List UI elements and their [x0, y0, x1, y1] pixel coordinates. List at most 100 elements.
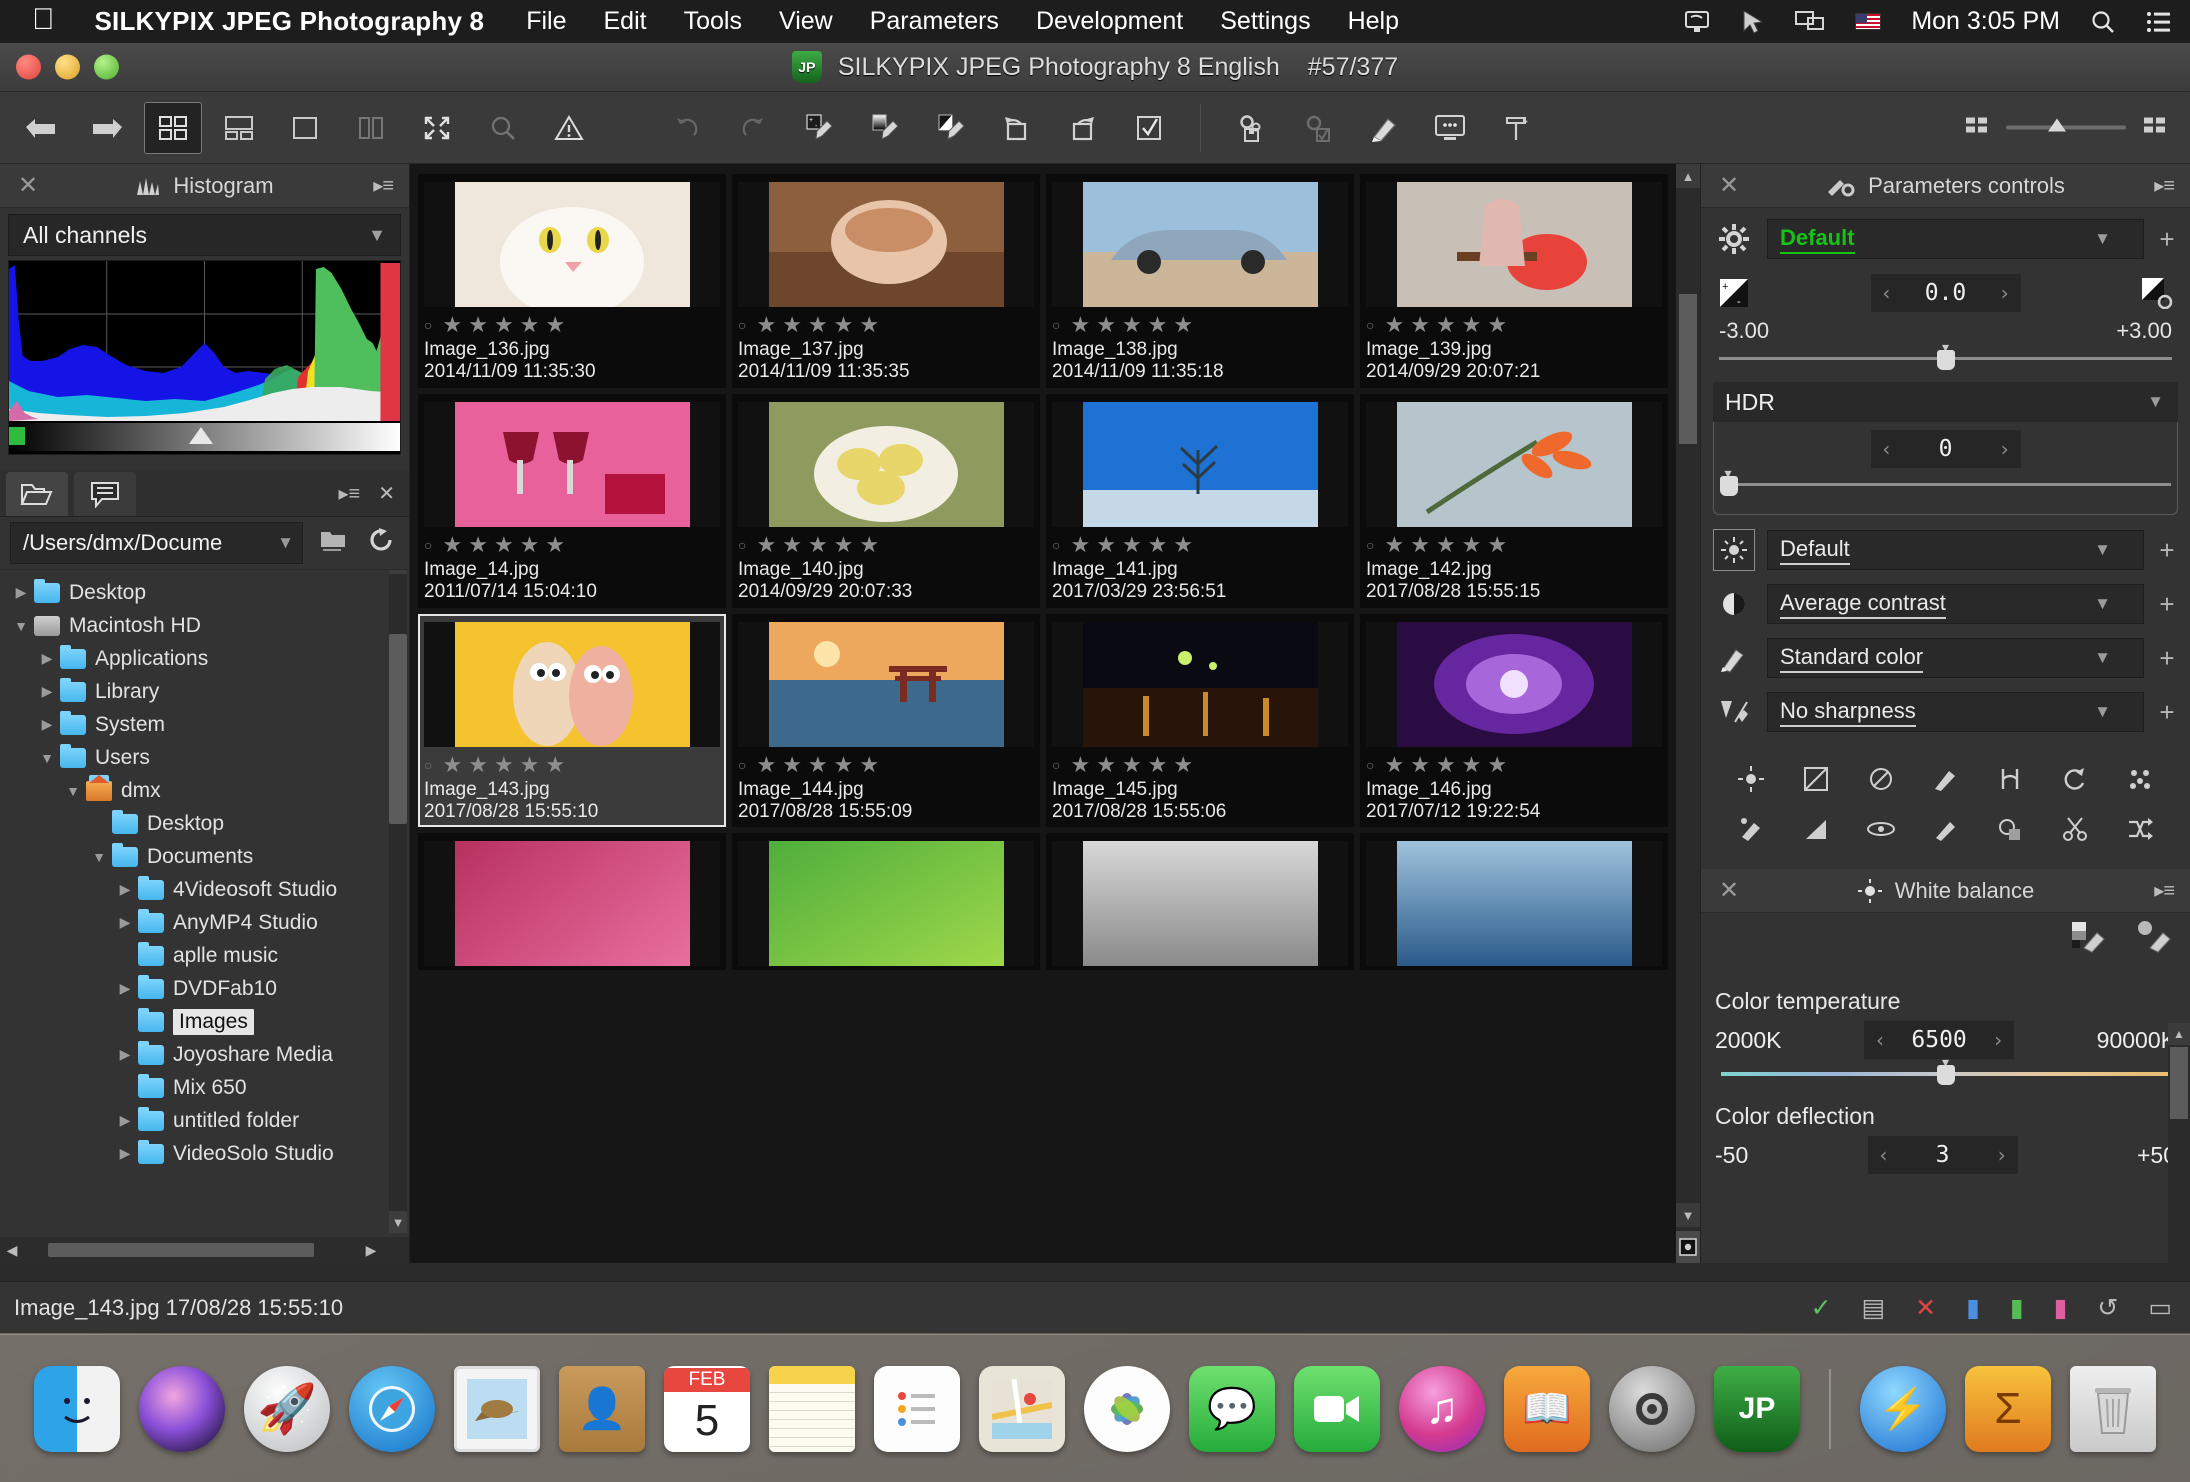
- highlight-icon[interactable]: [1786, 759, 1847, 799]
- noise-icon[interactable]: [1850, 759, 1911, 799]
- grid-vertical-scrollbar[interactable]: ▲ ▼: [1676, 164, 1700, 1263]
- star-icon[interactable]: ★: [494, 752, 514, 778]
- comment-icon[interactable]: [74, 472, 136, 516]
- warning-icon[interactable]: [540, 102, 598, 154]
- rotate-icon[interactable]: [2045, 759, 2106, 799]
- thumbnail-cell[interactable]: ○ ★ ★ ★ ★ ★ Image_141.jpg 2017/03/29 23:56:51: [1046, 393, 1354, 608]
- screenshot-icon[interactable]: [1683, 9, 1711, 35]
- stepper-decrement[interactable]: ‹: [1878, 1143, 1890, 1167]
- slider-knob[interactable]: [1936, 350, 1955, 370]
- redo-icon[interactable]: [724, 102, 782, 154]
- clarity-icon[interactable]: [2109, 759, 2170, 799]
- scroll-right-arrow[interactable]: ▶: [359, 1242, 383, 1259]
- sharpness-select[interactable]: No sharpness ▼: [1767, 692, 2144, 732]
- close-icon[interactable]: ✕: [1719, 876, 1739, 905]
- stepper-increment[interactable]: ›: [1996, 1143, 2008, 1167]
- tree-item[interactable]: ▼ Users: [0, 741, 409, 774]
- star-icon[interactable]: ★: [468, 752, 488, 778]
- star-icon[interactable]: ★: [1384, 532, 1404, 558]
- gradation-icon[interactable]: [1786, 809, 1847, 849]
- star-icon[interactable]: ★: [1487, 312, 1507, 338]
- star-icon[interactable]: ★: [859, 312, 879, 338]
- tree-item[interactable]: ▶ VideoSolo Studio: [0, 1137, 409, 1170]
- menu-clock[interactable]: Mon 3:05 PM: [1911, 7, 2060, 36]
- rating-stars[interactable]: ○ ★ ★ ★ ★ ★: [1366, 751, 1662, 779]
- grid-scroll-up-button[interactable]: ▲: [1676, 164, 1700, 188]
- stepper-increment[interactable]: ›: [1998, 437, 2010, 461]
- star-icon[interactable]: ★: [1122, 532, 1142, 558]
- dock-item-mail[interactable]: [454, 1365, 540, 1452]
- tree-item[interactable]: ▶ Joyoshare Media: [0, 1038, 409, 1071]
- thumbnail-cell[interactable]: ○ ★ ★ ★ ★ ★ Image_139.jpg 2014/09/29 20:07:21: [1360, 174, 1668, 388]
- disclosure-closed-icon[interactable]: ▶: [112, 980, 138, 997]
- slider-knob[interactable]: [2048, 118, 2066, 132]
- slider-knob[interactable]: [1720, 476, 1738, 496]
- dock-item-itunes[interactable]: ♫: [1399, 1365, 1485, 1452]
- star-icon[interactable]: ★: [782, 312, 802, 338]
- star-icon[interactable]: ★: [756, 532, 776, 558]
- tone-slider-knob[interactable]: [189, 427, 213, 444]
- star-icon[interactable]: ★: [834, 312, 854, 338]
- dock-item-reminders[interactable]: [874, 1365, 960, 1452]
- dodge-icon[interactable]: [1915, 759, 1976, 799]
- thumbnail-image[interactable]: [1052, 841, 1348, 967]
- star-icon[interactable]: ★: [1148, 752, 1168, 778]
- disclosure-closed-icon[interactable]: ▶: [112, 914, 138, 931]
- star-icon[interactable]: ★: [1122, 752, 1142, 778]
- undo-icon[interactable]: ↺: [2097, 1293, 2118, 1323]
- star-icon[interactable]: ★: [782, 752, 802, 778]
- tree-item[interactable]: ▶ Library: [0, 675, 409, 708]
- color-label-icon[interactable]: ○: [424, 317, 432, 333]
- hdr-select[interactable]: HDR ▼: [1713, 382, 2178, 422]
- exposure-brush-icon[interactable]: + -: [790, 102, 848, 154]
- scroll-left-arrow[interactable]: ◀: [0, 1242, 24, 1259]
- close-icon[interactable]: ✕: [18, 171, 38, 200]
- thumbnail-image[interactable]: [424, 621, 720, 747]
- star-icon[interactable]: ★: [468, 532, 488, 558]
- close-window-button[interactable]: [16, 54, 41, 80]
- rating-stars[interactable]: ○ ★ ★ ★ ★ ★: [738, 751, 1034, 779]
- dock-item-siri[interactable]: [139, 1365, 225, 1452]
- back-flag-icon[interactable]: [12, 102, 70, 154]
- panel-menu-icon[interactable]: ▸≡: [373, 173, 394, 198]
- rating-stars[interactable]: ○ ★ ★ ★ ★ ★: [424, 311, 720, 339]
- star-icon[interactable]: ★: [1070, 532, 1090, 558]
- menu-view[interactable]: View: [779, 7, 833, 36]
- star-icon[interactable]: ★: [1436, 752, 1456, 778]
- color-icon[interactable]: [1713, 637, 1755, 679]
- rotate-left-icon[interactable]: [988, 102, 1046, 154]
- dock-item-calendar[interactable]: FEB 5: [664, 1365, 750, 1452]
- star-icon[interactable]: ★: [520, 532, 540, 558]
- thumbnail-cell-partial[interactable]: [732, 833, 1040, 971]
- thumbnail-image[interactable]: [424, 182, 720, 307]
- star-icon[interactable]: ★: [1410, 752, 1430, 778]
- taste-select[interactable]: Default ▼: [1767, 219, 2144, 259]
- star-icon[interactable]: ★: [1410, 532, 1430, 558]
- grid-view-toggle-button[interactable]: [1676, 1231, 1700, 1263]
- apple-logo-icon[interactable]: : [32, 4, 55, 35]
- thumbnail-cell[interactable]: ○ ★ ★ ★ ★ ★ Image_140.jpg 2014/09/29 20:07:33: [732, 393, 1040, 608]
- new-folder-icon[interactable]: [317, 527, 351, 560]
- color-label-icon[interactable]: ○: [738, 537, 746, 553]
- menu-development[interactable]: Development: [1036, 7, 1183, 36]
- print-icon[interactable]: [1355, 102, 1413, 154]
- color-label-icon[interactable]: ○: [424, 537, 432, 553]
- star-icon[interactable]: ★: [756, 752, 776, 778]
- disclosure-closed-icon[interactable]: ▶: [34, 683, 60, 700]
- grid-scroll-down-button[interactable]: ▼: [1676, 1203, 1700, 1227]
- disclosure-closed-icon[interactable]: ▶: [8, 584, 34, 601]
- star-icon[interactable]: ★: [1096, 752, 1116, 778]
- dock-item-notes[interactable]: [769, 1365, 855, 1452]
- copy-icon[interactable]: ▤: [1862, 1293, 1886, 1323]
- star-icon[interactable]: ★: [1384, 312, 1404, 338]
- tree-item[interactable]: ▶ untitled folder: [0, 1104, 409, 1137]
- checkmark-box-icon[interactable]: [1120, 102, 1178, 154]
- star-icon[interactable]: ★: [808, 752, 828, 778]
- dock-item-messages[interactable]: 💬: [1189, 1365, 1275, 1452]
- add-taste-button[interactable]: +: [2156, 224, 2178, 255]
- thumbnail-image[interactable]: [1366, 401, 1662, 527]
- scrollbar-thumb[interactable]: [48, 1243, 314, 1257]
- menu-help[interactable]: Help: [1348, 7, 1399, 36]
- control-center-icon[interactable]: [2146, 11, 2172, 33]
- star-icon[interactable]: ★: [1173, 532, 1193, 558]
